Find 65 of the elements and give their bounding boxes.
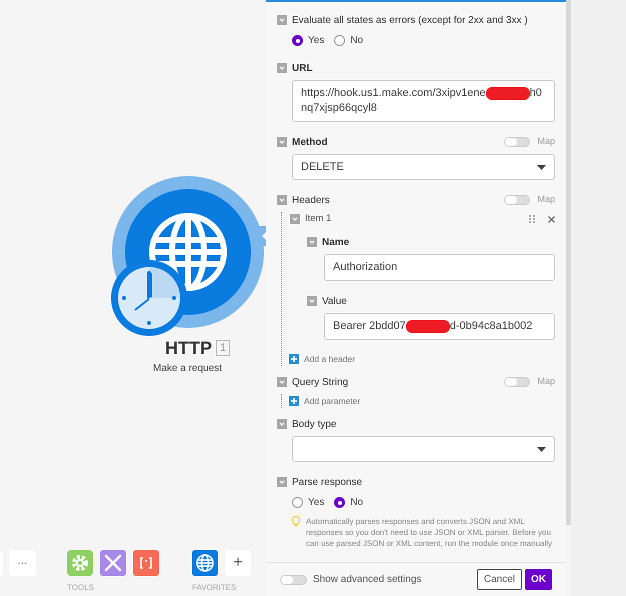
map-toggle[interactable]: [504, 377, 530, 387]
map-label: Map: [537, 375, 555, 388]
select-field[interactable]: DELETE: [292, 154, 555, 180]
connector-icon[interactable]: [258, 226, 266, 246]
redaction-mark: [406, 320, 450, 333]
module-subtitle: Make a request: [153, 362, 222, 376]
toolbar-group-label: TOOLS: [67, 582, 94, 594]
plus-icon: [289, 396, 299, 406]
select-field[interactable]: [292, 436, 555, 462]
dropdown-arrow-icon: [537, 164, 546, 170]
field-label: Evaluate all states as errors (except for 2xx and 3xx ): [292, 14, 528, 28]
chevron-down-icon[interactable]: [277, 137, 287, 147]
item-label: Item 1: [305, 212, 332, 226]
wrench-screwdriver-icon[interactable]: [100, 550, 126, 576]
add-button[interactable]: +: [225, 550, 251, 576]
dropdown-arrow-icon: [537, 446, 546, 452]
field-label: Method: [292, 136, 328, 150]
plus-icon: [289, 354, 299, 364]
close-icon[interactable]: [548, 216, 555, 222]
radio-option[interactable]: No: [334, 495, 364, 510]
chevron-down-icon[interactable]: [277, 63, 287, 73]
field-label: Query String: [292, 376, 348, 390]
globe-icon[interactable]: [192, 550, 218, 576]
module-badge: 1: [216, 340, 230, 356]
globe-icon: [146, 210, 230, 294]
clock-icon[interactable]: [110, 259, 188, 337]
field-label: URL: [292, 62, 313, 76]
radio-option[interactable]: Yes: [292, 495, 324, 510]
map-toggle[interactable]: [504, 137, 530, 147]
advanced-toggle[interactable]: [280, 574, 307, 584]
gear-icon[interactable]: [67, 550, 93, 576]
add-item-link[interactable]: Add parameter: [289, 394, 360, 408]
chevron-down-icon[interactable]: [277, 377, 287, 387]
chevron-down-icon[interactable]: [307, 237, 317, 247]
redaction-mark: [486, 86, 530, 100]
ok-button[interactable]: OK: [525, 569, 552, 590]
chevron-down-icon[interactable]: [277, 419, 287, 429]
radio-option[interactable]: No: [334, 33, 364, 48]
text-field[interactable]: https://hook.us1.make.com/3xipv1ene h0nq7xjsp66qcyl8: [292, 80, 555, 122]
chevron-down-icon[interactable]: [277, 195, 287, 205]
text-field[interactable]: Bearer 2bdd07 d-0b94c8a1b002: [324, 313, 555, 340]
more-button[interactable]: ···: [9, 550, 36, 576]
map-label: Map: [537, 193, 555, 206]
map-label: Map: [537, 135, 555, 148]
text-field[interactable]: Authorization: [324, 254, 555, 281]
field-label: Body type: [292, 418, 336, 432]
field-label: Name: [322, 236, 350, 250]
chevron-down-icon[interactable]: [277, 15, 287, 25]
chevron-down-icon[interactable]: [290, 214, 300, 224]
advanced-label: Show advanced settings: [313, 573, 422, 587]
field-label: Parse response: [292, 476, 362, 490]
lightbulb-icon: [292, 516, 300, 527]
field-label: Value: [322, 294, 347, 308]
map-toggle[interactable]: [504, 195, 530, 205]
toolbar-group-label: FAVORITES: [192, 582, 236, 594]
hint-text: Automatically parses responses and converts JSON and XML responses so you don't need to use JSON or XML parser. Before you can use parsed JSON or XML content, run the module once manually: [306, 516, 554, 549]
chevron-down-icon[interactable]: [307, 296, 317, 306]
drag-handle-icon[interactable]: [529, 215, 535, 223]
radio-option[interactable]: Yes: [292, 33, 324, 48]
brackets-icon[interactable]: [133, 550, 159, 576]
field-label: Headers: [292, 194, 330, 208]
chevron-down-icon[interactable]: [277, 477, 287, 487]
add-item-link[interactable]: Add a header: [289, 352, 356, 366]
module-title: HTTP: [165, 338, 212, 358]
cancel-button[interactable]: Cancel: [476, 569, 522, 590]
